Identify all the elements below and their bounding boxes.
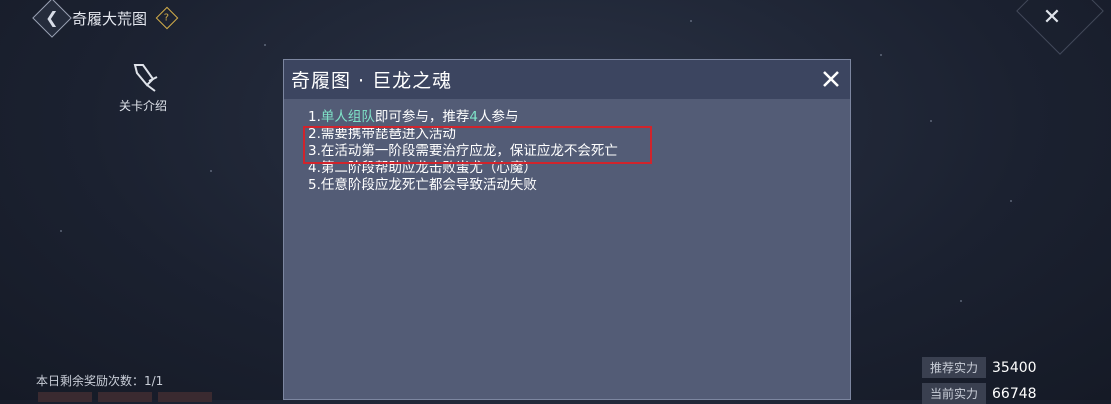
thumbnail-row (38, 392, 212, 402)
rules-dialog: 奇履图 · 巨龙之魂 1.单人组队即可参与，推荐4人参与 2.需要携带琵琶进入活… (283, 59, 851, 400)
close-icon (823, 71, 839, 87)
current-power: 当前实力 66748 (922, 383, 1037, 404)
dialog-header: 奇履图 · 巨龙之魂 (284, 60, 850, 99)
recommended-power-value: 35400 (992, 359, 1037, 376)
recommended-power-label: 推荐实力 (922, 357, 986, 378)
thumbnail[interactable] (98, 392, 152, 402)
back-button[interactable]: ❮ (32, 0, 72, 38)
close-icon[interactable]: ✕ (1041, 5, 1063, 30)
thumbnail[interactable] (158, 392, 212, 402)
page-title: 奇履大荒图 (72, 10, 148, 28)
level-intro-button[interactable] (126, 60, 162, 96)
rule-item: 1.单人组队即可参与，推荐4人参与 (308, 109, 519, 125)
reward-count: 本日剩余奖励次数：1/1 (36, 374, 164, 388)
current-power-label: 当前实力 (922, 383, 986, 404)
dialog-title: 奇履图 · 巨龙之魂 (291, 70, 453, 92)
chevron-left-icon: ❮ (45, 8, 59, 27)
level-intro-label: 关卡介绍 (119, 99, 168, 113)
annotation-box (303, 126, 652, 164)
current-power-value: 66748 (992, 385, 1037, 402)
dialog-close-button[interactable] (820, 68, 842, 90)
feather-icon (133, 64, 158, 92)
recommended-power: 推荐实力 35400 (922, 357, 1037, 378)
help-icon[interactable]: ? (155, 6, 179, 30)
rule-item: 5.任意阶段应龙死亡都会导致活动失败 (308, 177, 537, 193)
thumbnail[interactable] (38, 392, 92, 402)
